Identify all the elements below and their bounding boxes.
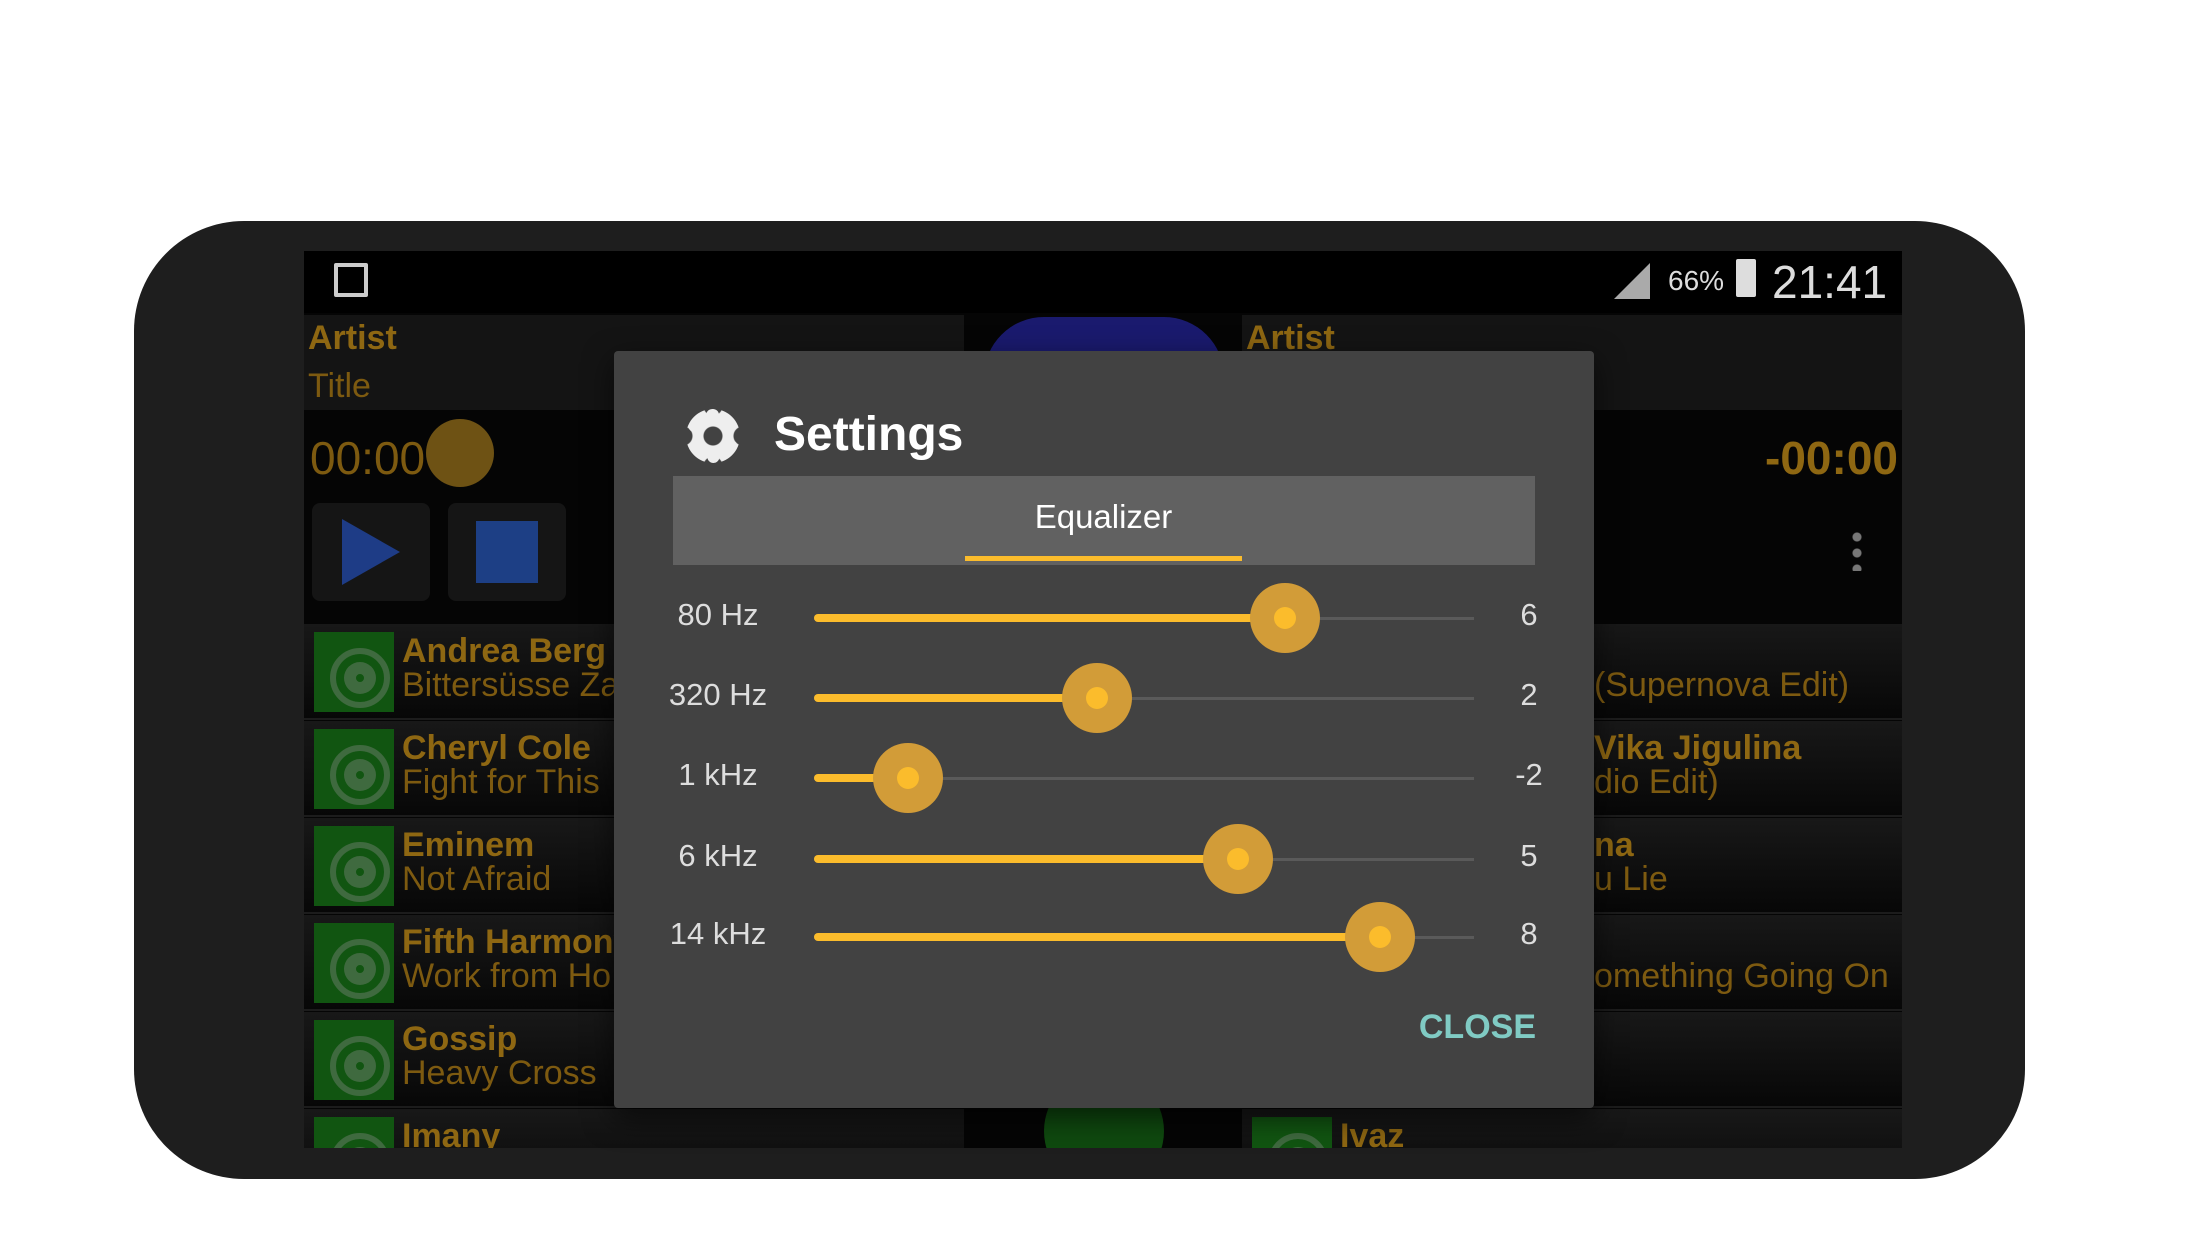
left-artist: Artist (308, 319, 397, 357)
band-value: 5 (1520, 838, 1538, 873)
eq-band-row: 14 kHz 8 (614, 902, 1594, 972)
band-label: 14 kHz (669, 916, 767, 951)
slider-thumb[interactable] (1368, 926, 1391, 948)
settings-dialog: Settings Equalizer 80 Hz 6 320 Hz 2 1 kH… (614, 351, 1594, 1108)
dialog-title: Settings (774, 408, 964, 461)
track-icon (314, 826, 394, 906)
track-title: dio Edit) (1594, 763, 1719, 801)
eq-band-row: 80 Hz 6 (614, 583, 1594, 653)
left-time: 00:00 (310, 432, 426, 484)
slider-fill (814, 855, 1239, 863)
battery-percent: 66% (1668, 265, 1725, 296)
eq-band-row: 320 Hz 2 (614, 663, 1594, 733)
track-icon (314, 632, 394, 712)
track-icon (1252, 1117, 1332, 1148)
gear-icon (686, 409, 740, 463)
track-artist: Imany (402, 1117, 501, 1148)
band-value: -2 (1515, 757, 1543, 792)
slider-fill (814, 933, 1380, 941)
status-bar: 66% 21:41 (304, 251, 1902, 313)
slider-thumb[interactable] (1085, 687, 1108, 709)
band-label: 6 kHz (678, 838, 758, 873)
track-title: Fight for This (402, 763, 600, 801)
track-title: omething Going On (1594, 957, 1889, 995)
track-icon (314, 923, 394, 1003)
eq-slider[interactable] (814, 824, 1474, 894)
eq-slider[interactable] (814, 902, 1474, 972)
band-value: 2 (1520, 677, 1538, 712)
track-title: Work from Ho (402, 957, 612, 995)
track-title: Bittersüsse Za (402, 666, 620, 704)
right-time: -00:00 (1765, 432, 1898, 484)
eq-band-row: 6 kHz 5 (614, 824, 1594, 894)
gallery-notification-icon (334, 263, 368, 297)
eq-slider[interactable] (814, 743, 1474, 813)
slider-fill (814, 614, 1286, 622)
band-label: 80 Hz (677, 597, 759, 632)
stop-button[interactable] (448, 503, 566, 601)
track-icon (314, 1117, 394, 1148)
band-value: 8 (1520, 916, 1538, 951)
signal-icon (1614, 263, 1650, 299)
track-title: Not Afraid (402, 860, 552, 898)
tab-equalizer[interactable]: Equalizer (965, 476, 1242, 565)
track-title: u Lie (1594, 860, 1668, 898)
band-value: 6 (1520, 597, 1538, 632)
play-button[interactable] (312, 503, 430, 601)
eq-band-row: 1 kHz -2 (614, 743, 1594, 813)
close-button[interactable]: CLOSE (1419, 1008, 1536, 1047)
tab-bar: Equalizer (673, 476, 1535, 565)
track-icon (314, 1020, 394, 1100)
tab-label: Equalizer (1034, 498, 1173, 535)
stop-icon (476, 521, 538, 583)
left-seek-thumb[interactable] (426, 419, 494, 487)
track-title: (Supernova Edit) (1594, 666, 1850, 704)
list-item[interactable]: Ivaz (1242, 1109, 1902, 1148)
list-item[interactable]: Imany (304, 1109, 964, 1148)
more-options-icon[interactable] (1852, 529, 1862, 571)
battery-icon (1736, 259, 1756, 297)
tab-indicator (965, 556, 1242, 561)
track-title: Heavy Cross (402, 1054, 597, 1092)
track-artist: Ivaz (1340, 1117, 1405, 1148)
play-icon (342, 519, 400, 585)
eq-slider[interactable] (814, 583, 1474, 653)
clock: 21:41 (1772, 256, 1888, 308)
band-label: 320 Hz (668, 677, 768, 712)
track-icon (314, 729, 394, 809)
band-label: 1 kHz (678, 757, 758, 792)
left-title: Title (308, 367, 371, 405)
eq-slider[interactable] (814, 663, 1474, 733)
slider-fill (814, 694, 1097, 702)
